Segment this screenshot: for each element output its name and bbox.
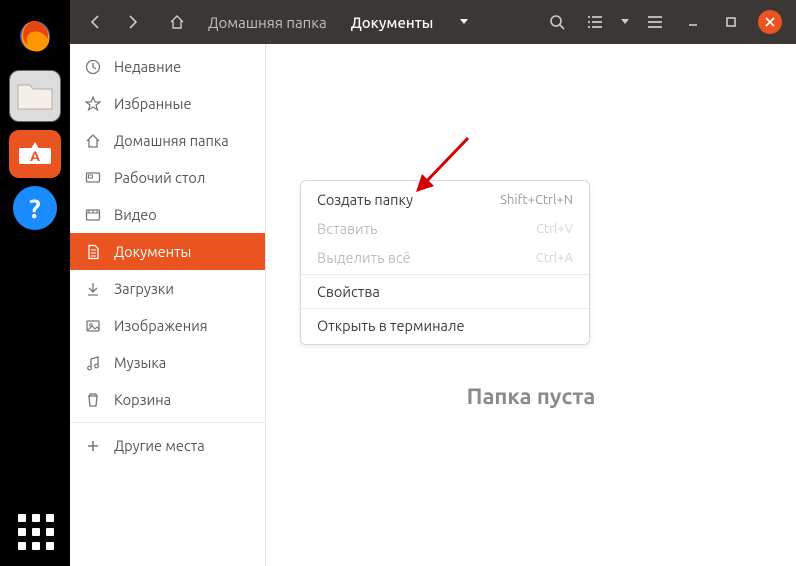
window-minimize-button[interactable] (676, 7, 710, 37)
context-menu-new-folder[interactable]: Создать папку Shift+Ctrl+N (301, 185, 589, 214)
dock-apps-grid[interactable] (18, 514, 54, 550)
svg-text:A: A (30, 148, 40, 164)
sidebar-item-home[interactable]: Домашняя папка (70, 122, 265, 159)
sidebar-item-videos[interactable]: Видео (70, 196, 265, 233)
music-icon (84, 355, 102, 371)
sidebar: Недавние Избранные Домашняя папка Рабочи… (70, 44, 266, 566)
sidebar-item-label: Изображения (114, 317, 208, 334)
context-menu-item-label: Выделить всё (317, 249, 411, 266)
firefox-icon (15, 16, 55, 56)
hamburger-menu-button[interactable] (638, 7, 672, 37)
nav-back-button[interactable] (78, 7, 112, 37)
breadcrumb-menu-button[interactable] (447, 7, 481, 37)
folder-icon (16, 81, 54, 111)
search-icon (549, 14, 565, 30)
sidebar-item-label: Видео (114, 206, 157, 223)
sidebar-item-other-places[interactable]: Другие места (70, 427, 265, 464)
help-icon: ? (29, 194, 40, 223)
context-menu-item-label: Открыть в терминале (317, 317, 464, 334)
context-menu-item-accel: Shift+Ctrl+N (500, 193, 573, 207)
star-icon (84, 96, 102, 112)
context-menu-item-accel: Ctrl+A (536, 251, 573, 265)
titlebar: Домашняя папка Документы (70, 0, 796, 44)
plus-icon (84, 439, 102, 453)
sidebar-item-label: Домашняя папка (114, 132, 229, 149)
sidebar-item-trash[interactable]: Корзина (70, 381, 265, 418)
sidebar-item-desktop[interactable]: Рабочий стол (70, 159, 265, 196)
sidebar-item-label: Корзина (114, 391, 171, 408)
document-icon (84, 244, 102, 260)
sidebar-item-label: Избранные (114, 95, 191, 112)
breadcrumb-home[interactable]: Домашняя папка (198, 14, 337, 31)
context-menu-select-all: Выделить всё Ctrl+A (301, 243, 589, 272)
context-menu-open-terminal[interactable]: Открыть в терминале (301, 311, 589, 340)
sidebar-item-recent[interactable]: Недавние (70, 48, 265, 85)
triangle-down-icon (459, 18, 469, 26)
list-view-icon (587, 15, 603, 29)
context-menu-item-label: Создать папку (317, 191, 413, 208)
context-menu-paste: Вставить Ctrl+V (301, 214, 589, 243)
context-menu-properties[interactable]: Свойства (301, 277, 589, 306)
dock-item-help[interactable]: ? (13, 186, 57, 230)
download-icon (84, 281, 102, 297)
context-menu-item-label: Вставить (317, 220, 378, 237)
dock-item-software[interactable]: A (9, 130, 61, 178)
window-maximize-button[interactable] (714, 7, 748, 37)
chevron-right-icon (128, 15, 138, 29)
view-list-button[interactable] (578, 7, 612, 37)
context-menu-separator (301, 274, 589, 275)
sidebar-item-label: Документы (114, 243, 191, 260)
window-close-button[interactable] (758, 10, 782, 34)
nav-forward-button[interactable] (116, 7, 150, 37)
sidebar-item-pictures[interactable]: Изображения (70, 307, 265, 344)
triangle-down-icon (620, 18, 630, 26)
context-menu: Создать папку Shift+Ctrl+N Вставить Ctrl… (300, 180, 590, 345)
context-menu-separator (301, 308, 589, 309)
sidebar-item-label: Рабочий стол (114, 169, 205, 186)
sidebar-item-documents[interactable]: Документы (70, 233, 265, 270)
dock: A ? (0, 0, 70, 566)
dock-item-firefox[interactable] (9, 10, 61, 62)
breadcrumb-current[interactable]: Документы (341, 14, 444, 31)
chevron-left-icon (90, 15, 100, 29)
sidebar-item-label: Музыка (114, 354, 166, 371)
sidebar-item-label: Загрузки (114, 280, 174, 297)
context-menu-item-accel: Ctrl+V (536, 222, 573, 236)
view-dropdown-button[interactable] (616, 7, 634, 37)
empty-folder-label: Папка пуста (467, 384, 596, 409)
home-icon (169, 14, 185, 30)
sidebar-item-downloads[interactable]: Загрузки (70, 270, 265, 307)
video-icon (84, 207, 102, 223)
dock-item-files[interactable] (9, 70, 61, 122)
minimize-icon (687, 16, 699, 28)
home-icon (84, 133, 102, 149)
clock-icon (84, 59, 102, 75)
desktop-icon (84, 170, 102, 186)
sidebar-item-starred[interactable]: Избранные (70, 85, 265, 122)
software-center-icon: A (17, 140, 53, 168)
breadcrumb-home-icon-button[interactable] (160, 7, 194, 37)
sidebar-item-label: Другие места (114, 437, 205, 454)
trash-icon (84, 392, 102, 408)
search-button[interactable] (540, 7, 574, 37)
picture-icon (84, 318, 102, 334)
sidebar-item-label: Недавние (114, 58, 181, 75)
close-icon (765, 17, 775, 27)
sidebar-item-music[interactable]: Музыка (70, 344, 265, 381)
sidebar-separator (70, 422, 265, 423)
hamburger-icon (647, 16, 663, 28)
context-menu-item-label: Свойства (317, 283, 380, 300)
maximize-icon (725, 16, 737, 28)
